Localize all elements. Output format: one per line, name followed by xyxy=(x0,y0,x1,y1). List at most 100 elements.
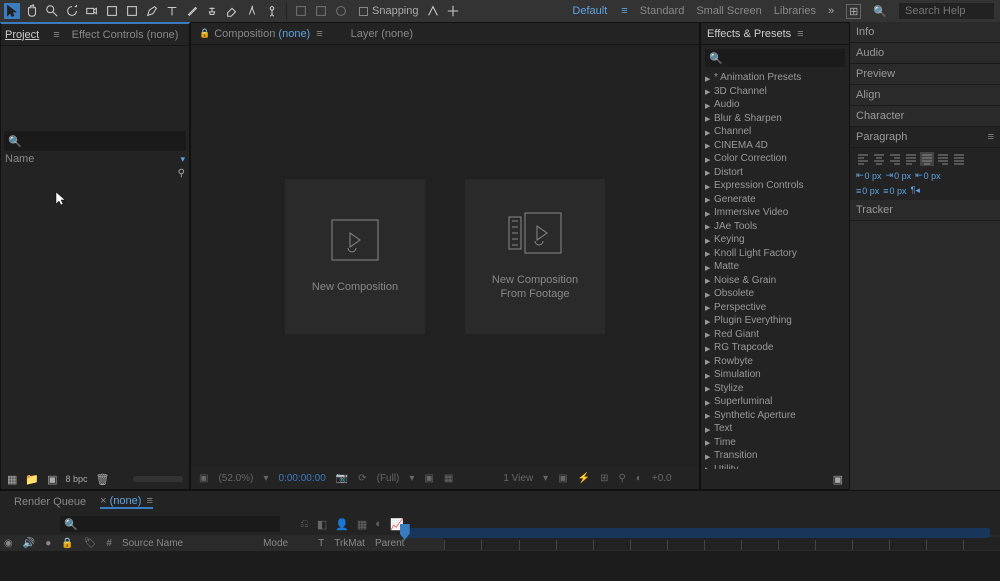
new-folder-icon[interactable]: 📁 xyxy=(25,473,39,486)
pixel-aspect-icon[interactable]: ▣ xyxy=(558,473,567,484)
effects-category[interactable]: ▶CINEMA 4D xyxy=(701,139,849,153)
camera-tool[interactable] xyxy=(84,3,100,19)
panel-align[interactable]: Align xyxy=(850,85,1000,106)
panel-preview[interactable]: Preview xyxy=(850,64,1000,85)
project-scrollbar[interactable] xyxy=(133,476,183,482)
exposure-value[interactable]: +0.0 xyxy=(652,473,672,484)
lock-toggle-icon[interactable]: 🔒 xyxy=(61,538,73,549)
effects-category[interactable]: ▶3D Channel xyxy=(701,85,849,99)
zoom-level[interactable]: (52.0%) xyxy=(218,473,253,484)
motion-blur-icon[interactable]: ◐ xyxy=(375,518,382,531)
hamburger-icon[interactable]: ≡ xyxy=(621,5,627,17)
zoom-tool[interactable] xyxy=(44,3,60,19)
project-search[interactable]: 🔍 xyxy=(4,131,186,151)
col-source-name[interactable]: Source Name xyxy=(122,538,183,549)
new-composition-from-footage-button[interactable]: New CompositionFrom Footage xyxy=(465,179,605,334)
effects-category[interactable]: ▶Obsolete xyxy=(701,287,849,301)
tool-opt-3[interactable] xyxy=(333,3,349,19)
resolution-dropdown[interactable]: ▾ xyxy=(263,473,268,484)
effects-category[interactable]: ▶Superluminal xyxy=(701,395,849,409)
flowchart-icon[interactable]: ⚲ xyxy=(619,473,626,484)
effects-category[interactable]: ▶Text xyxy=(701,422,849,436)
effects-category[interactable]: ▶Stylize xyxy=(701,382,849,396)
clone-stamp-tool[interactable] xyxy=(204,3,220,19)
justify-last-right-button[interactable] xyxy=(936,152,950,166)
selection-tool[interactable] xyxy=(4,3,20,19)
draft-3d-icon[interactable]: ◧ xyxy=(317,518,327,531)
effects-category[interactable]: ▶Synthetic Aperture xyxy=(701,409,849,423)
justify-last-center-button[interactable] xyxy=(920,152,934,166)
pan-behind-tool[interactable] xyxy=(104,3,120,19)
effects-category[interactable]: ▶Simulation xyxy=(701,368,849,382)
panel-character[interactable]: Character xyxy=(850,106,1000,127)
tool-opt-2[interactable] xyxy=(313,3,329,19)
effects-category[interactable]: ▶Time xyxy=(701,436,849,450)
panel-menu-icon[interactable]: ≡ xyxy=(53,29,59,41)
trash-icon[interactable]: 🗑 xyxy=(96,473,110,486)
effects-category[interactable]: ▶JAe Tools xyxy=(701,220,849,234)
tab-composition[interactable]: Composition (none) xyxy=(214,28,310,40)
panel-paragraph[interactable]: Paragraph ≡ xyxy=(850,127,1000,148)
effects-category[interactable]: ▶Perspective xyxy=(701,301,849,315)
label-column-icon[interactable]: 🏷 xyxy=(84,538,97,549)
col-t[interactable]: T xyxy=(318,538,324,549)
solo-toggle-icon[interactable]: ● xyxy=(45,538,51,549)
tab-layer[interactable]: Layer (none) xyxy=(351,28,413,40)
hand-tool[interactable] xyxy=(24,3,40,19)
snap-opt-2[interactable] xyxy=(445,3,461,19)
comp-mini-flowchart-icon[interactable]: ⎌ xyxy=(300,518,309,531)
effects-category[interactable]: ▶Plugin Everything xyxy=(701,314,849,328)
type-tool[interactable] xyxy=(164,3,180,19)
workspace-default[interactable]: Default xyxy=(572,5,607,17)
roi-icon[interactable]: ▣ xyxy=(424,473,433,484)
project-bin[interactable] xyxy=(1,181,189,469)
bpc-toggle[interactable]: 8 bpc xyxy=(66,474,88,484)
effects-category[interactable]: ▶Transition xyxy=(701,449,849,463)
workspace-small-screen[interactable]: Small Screen xyxy=(696,5,761,17)
col-trkmat[interactable]: TrkMat xyxy=(334,538,365,549)
effects-category[interactable]: ▶Expression Controls xyxy=(701,179,849,193)
workspace-menu-icon[interactable]: ⊞ xyxy=(846,4,861,19)
new-comp-icon[interactable]: ▣ xyxy=(47,473,57,486)
space-before[interactable]: ≡0 px xyxy=(856,185,879,196)
effects-category[interactable]: ▶Keying xyxy=(701,233,849,247)
indent-first-line[interactable]: ⇥0 px xyxy=(886,170,912,181)
flowchart-icon[interactable]: ⚲ xyxy=(178,168,185,179)
align-center-button[interactable] xyxy=(872,152,886,166)
panel-menu-icon[interactable]: ≡ xyxy=(316,28,322,40)
align-right-button[interactable] xyxy=(888,152,902,166)
tool-opt-1[interactable] xyxy=(293,3,309,19)
resolution-label[interactable]: (Full) xyxy=(377,473,400,484)
panel-tracker[interactable]: Tracker xyxy=(850,200,1000,221)
view-layout-dropdown[interactable]: 1 View xyxy=(503,473,533,484)
panel-menu-icon[interactable]: ≡ xyxy=(797,28,803,40)
brush-tool[interactable] xyxy=(184,3,200,19)
rectangle-tool[interactable] xyxy=(124,3,140,19)
workspace-standard[interactable]: Standard xyxy=(640,5,685,17)
indent-right-margin[interactable]: ⇤0 px xyxy=(915,170,941,181)
eraser-tool[interactable] xyxy=(224,3,240,19)
effects-category[interactable]: ▶Red Giant xyxy=(701,328,849,342)
transparency-grid-icon[interactable]: ▦ xyxy=(444,473,453,484)
mask-toggle-icon[interactable]: ▣ xyxy=(199,473,208,484)
col-mode[interactable]: Mode xyxy=(263,538,288,549)
column-sort-icon[interactable]: ▾ xyxy=(180,154,185,165)
justify-last-left-button[interactable] xyxy=(904,152,918,166)
space-after[interactable]: ≡0 px xyxy=(883,185,906,196)
new-bin-icon[interactable]: ▣ xyxy=(833,473,843,486)
effects-category[interactable]: ▶Color Correction xyxy=(701,152,849,166)
effects-category[interactable]: ▶Rowbyte xyxy=(701,355,849,369)
panel-menu-icon[interactable]: ≡ xyxy=(988,131,994,143)
effects-category[interactable]: ▶Noise & Grain xyxy=(701,274,849,288)
snapshot-icon[interactable]: 📷 xyxy=(336,473,348,484)
align-left-button[interactable] xyxy=(856,152,870,166)
puppet-pin-tool[interactable] xyxy=(264,3,280,19)
tab-project[interactable]: Project xyxy=(5,29,39,41)
video-toggle-icon[interactable]: ◉ xyxy=(4,538,13,549)
timeline-layers-area[interactable] xyxy=(0,551,1000,581)
effects-category[interactable]: ▶Matte xyxy=(701,260,849,274)
timeline-search[interactable]: 🔍 xyxy=(60,516,280,532)
column-name-header[interactable]: Name xyxy=(5,153,34,165)
justify-all-button[interactable] xyxy=(952,152,966,166)
shy-icon[interactable]: 👤 xyxy=(335,518,349,531)
